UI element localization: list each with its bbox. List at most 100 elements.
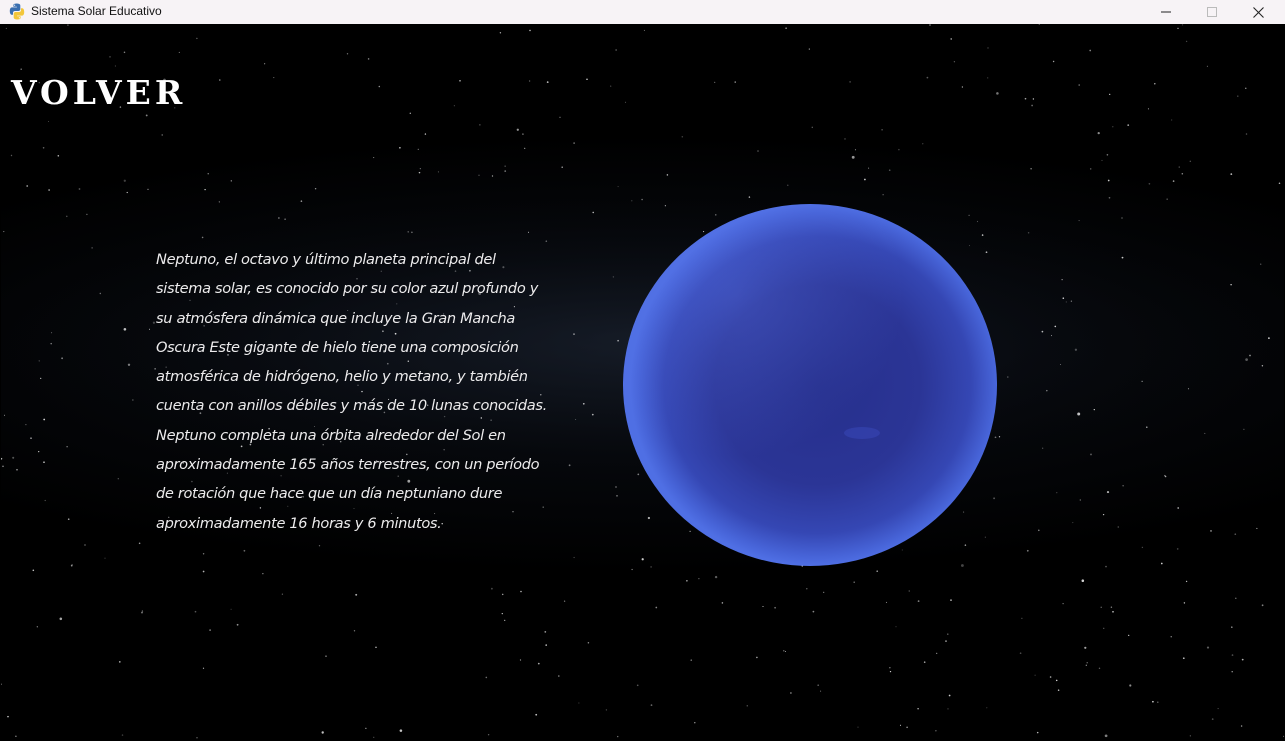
star — [459, 79, 461, 82]
star — [1148, 182, 1151, 185]
star — [666, 174, 669, 176]
space-scene: VOLVER Neptuno, el octavo y último plane… — [1, 24, 1284, 741]
star — [605, 709, 608, 711]
back-button[interactable]: VOLVER — [11, 76, 186, 109]
star — [479, 124, 481, 126]
star — [284, 218, 286, 220]
star — [325, 655, 327, 657]
star — [1041, 330, 1044, 333]
star — [230, 608, 232, 610]
star — [127, 363, 131, 366]
star — [616, 495, 618, 497]
star — [1093, 408, 1095, 411]
star — [1230, 284, 1232, 286]
star — [57, 155, 60, 157]
star — [694, 722, 696, 724]
star — [876, 570, 879, 573]
star — [545, 240, 548, 242]
star — [1152, 700, 1154, 703]
star — [1070, 300, 1073, 302]
star — [573, 142, 575, 144]
star — [1105, 565, 1107, 568]
star — [1181, 24, 1184, 26]
maximize-button[interactable] — [1189, 0, 1235, 24]
star — [300, 200, 303, 202]
star — [145, 114, 148, 117]
star — [1237, 95, 1239, 97]
star — [1217, 708, 1219, 710]
star — [1183, 602, 1186, 604]
star — [987, 47, 989, 49]
minimize-icon — [1161, 11, 1171, 13]
star — [118, 661, 121, 663]
python-icon — [9, 3, 25, 20]
star — [889, 670, 892, 673]
star — [67, 24, 69, 26]
star — [1081, 579, 1085, 582]
star — [936, 652, 938, 655]
star — [1157, 701, 1159, 704]
star — [38, 451, 40, 453]
star — [437, 171, 439, 173]
star — [1084, 646, 1087, 649]
star — [527, 231, 530, 233]
star — [882, 194, 884, 196]
star — [1231, 626, 1233, 628]
star — [587, 642, 590, 644]
star — [592, 211, 594, 214]
star — [178, 51, 180, 53]
star — [38, 360, 40, 362]
star — [1177, 27, 1179, 29]
star — [66, 215, 68, 218]
star — [573, 333, 575, 335]
star — [923, 661, 926, 663]
star — [935, 730, 937, 732]
title-bar[interactable]: Sistema Solar Educativo — [0, 0, 1285, 24]
star — [1065, 301, 1067, 303]
star — [86, 213, 88, 216]
star — [236, 623, 239, 626]
star — [950, 38, 952, 40]
star — [501, 612, 503, 615]
star — [1055, 679, 1058, 682]
star — [945, 640, 947, 642]
star — [1042, 447, 1044, 449]
minimize-button[interactable] — [1143, 0, 1189, 24]
star — [314, 187, 317, 190]
star — [820, 690, 822, 692]
star — [1268, 337, 1270, 339]
star — [853, 581, 855, 583]
star — [559, 116, 561, 118]
star — [1110, 606, 1113, 608]
star — [1050, 335, 1053, 337]
star — [1210, 530, 1212, 532]
star — [1185, 40, 1188, 43]
star — [132, 399, 134, 401]
star — [104, 557, 106, 559]
star — [1189, 735, 1191, 737]
star — [1104, 734, 1108, 738]
star — [321, 731, 324, 734]
planet-description: Neptuno, el octavo y último planeta prin… — [156, 251, 547, 532]
star — [91, 247, 93, 249]
star — [535, 713, 538, 716]
close-button[interactable] — [1235, 0, 1281, 24]
star — [899, 724, 902, 726]
star — [32, 569, 35, 572]
star — [1112, 611, 1114, 613]
star — [864, 178, 866, 181]
star — [40, 377, 42, 380]
star — [1241, 658, 1244, 661]
star — [1036, 731, 1039, 734]
star — [399, 147, 401, 149]
star — [1026, 549, 1029, 552]
star — [1079, 499, 1081, 501]
star — [399, 729, 403, 732]
star — [1204, 432, 1206, 434]
star — [655, 606, 658, 609]
star — [504, 619, 506, 622]
star — [854, 149, 857, 151]
star — [690, 659, 692, 661]
star — [808, 48, 810, 50]
star — [1231, 670, 1233, 673]
